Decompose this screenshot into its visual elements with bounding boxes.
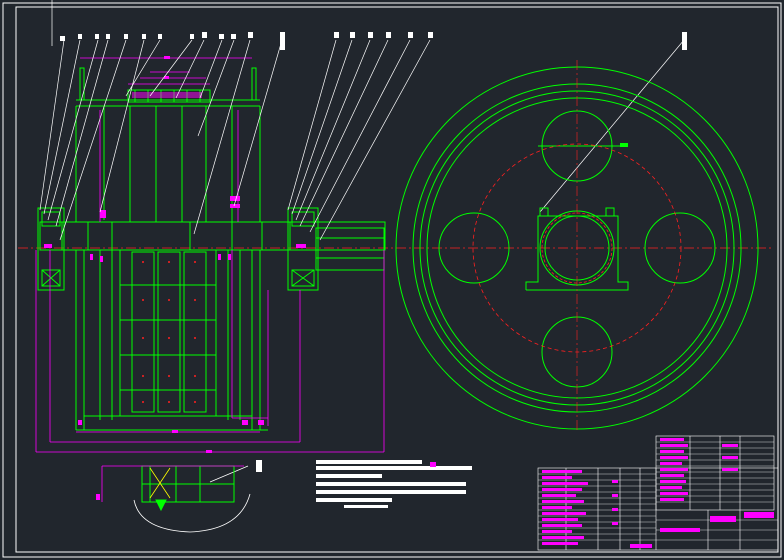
parts-list <box>537 435 779 551</box>
detail-dim-tag <box>96 494 100 500</box>
parts-list-text <box>542 438 774 548</box>
rotor-rivets <box>142 261 196 403</box>
front-section-view <box>37 67 386 431</box>
front-dimensions <box>35 57 385 453</box>
drawing-canvas <box>2 0 782 558</box>
cad-drawing <box>0 0 784 560</box>
front-markers <box>44 56 306 453</box>
detail-view <box>141 465 235 512</box>
leader-lines <box>39 0 685 483</box>
side-marker <box>620 143 628 147</box>
technical-notes <box>316 460 472 508</box>
detail-break-line <box>133 493 251 533</box>
